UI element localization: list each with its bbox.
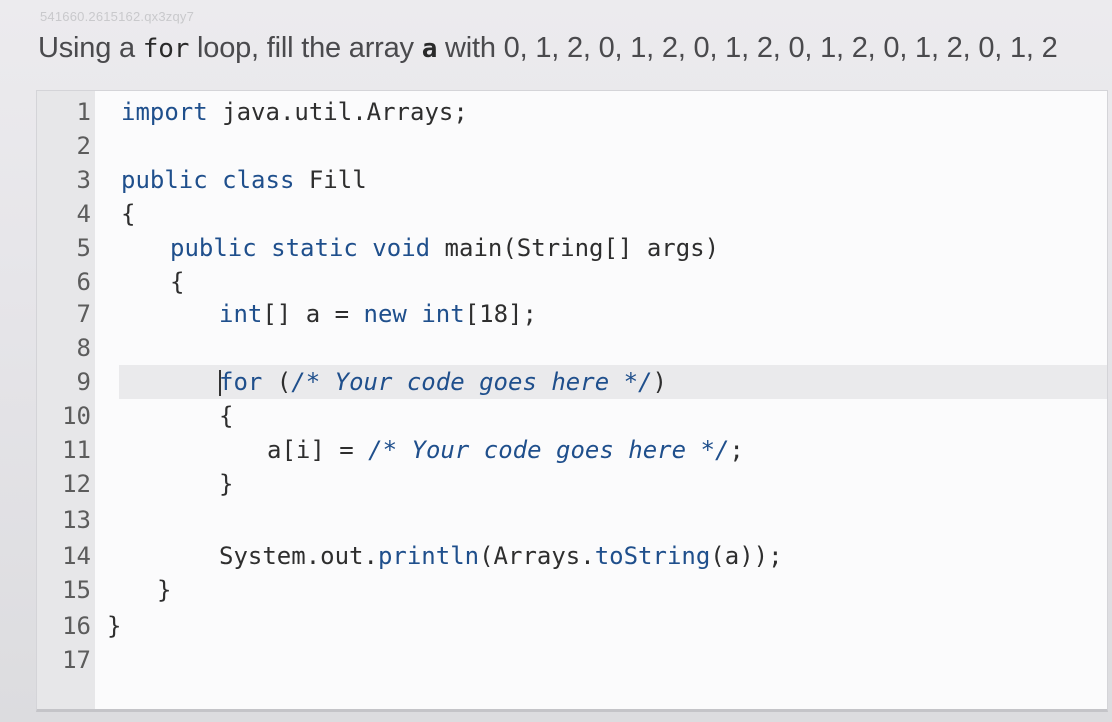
code-token: System.out. bbox=[219, 542, 378, 570]
code-token: Fill bbox=[294, 166, 367, 194]
code-token: } bbox=[107, 612, 122, 640]
line-source[interactable]: } bbox=[107, 609, 121, 643]
code-token: for bbox=[219, 368, 263, 396]
line-source[interactable]: import java.util.Arrays; bbox=[121, 95, 468, 129]
line-source[interactable]: { bbox=[170, 265, 184, 299]
code-line[interactable]: 14 System.out.println(Arrays.toString(a))… bbox=[37, 539, 1107, 573]
line-number: 17 bbox=[62, 646, 91, 674]
line-number: 7 bbox=[76, 300, 91, 328]
code-line[interactable]: 16} bbox=[37, 609, 1107, 643]
code-editor[interactable]: 1 import java.util.Arrays; 2 3 public class … bbox=[36, 90, 1108, 712]
code-token: /* Your code goes here */ bbox=[368, 436, 730, 464]
code-token: { bbox=[121, 200, 136, 228]
code-line[interactable]: 6{ bbox=[37, 265, 1107, 299]
line-number: 10 bbox=[62, 402, 91, 430]
code-token: ) bbox=[652, 368, 667, 396]
line-source[interactable]: for (/* Your code goes here */) bbox=[219, 365, 667, 399]
code-token: ; bbox=[729, 436, 744, 464]
code-token: } bbox=[219, 470, 234, 498]
code-token: (a)); bbox=[710, 542, 783, 570]
code-token: { bbox=[219, 402, 234, 430]
code-line[interactable]: 13 bbox=[37, 503, 1107, 537]
code-token: println bbox=[377, 542, 480, 570]
line-number: 8 bbox=[76, 334, 91, 362]
line-number: 12 bbox=[62, 470, 91, 498]
line-number: 15 bbox=[62, 576, 91, 604]
code-token: a[i] = bbox=[267, 436, 369, 464]
line-source[interactable]: } bbox=[219, 467, 233, 501]
question-suffix: with 0, 1, 2, 0, 1, 2, 0, 1, 2, 0, 1, 2,… bbox=[437, 32, 1058, 64]
code-token: new int bbox=[363, 300, 465, 328]
line-number: 2 bbox=[76, 132, 91, 160]
line-number: 13 bbox=[62, 506, 91, 534]
code-token: java.util.Arrays; bbox=[207, 98, 468, 126]
code-line[interactable]: 9 for (/* Your code goes here */) bbox=[37, 365, 1107, 399]
line-number: 3 bbox=[76, 166, 91, 194]
code-line[interactable]: 7 int[] a = new int[18]; bbox=[37, 297, 1107, 331]
line-source[interactable]: public static void main(String[] args) bbox=[170, 231, 719, 265]
code-token: [] a = bbox=[262, 300, 364, 328]
line-number: 6 bbox=[76, 268, 91, 296]
code-line[interactable]: 1 import java.util.Arrays; bbox=[37, 95, 1107, 129]
line-number: 5 bbox=[76, 234, 91, 262]
code-token: [18]; bbox=[464, 300, 537, 328]
line-number: 16 bbox=[62, 612, 91, 640]
code-token: /* Your code goes here */ bbox=[291, 368, 653, 396]
code-line[interactable]: 17 bbox=[37, 643, 1107, 677]
code-line[interactable]: 3 public class Fill bbox=[37, 163, 1107, 197]
code-token: ( bbox=[262, 368, 292, 396]
line-source[interactable]: { bbox=[121, 197, 135, 231]
code-line[interactable]: 2 bbox=[37, 129, 1107, 163]
line-number: 9 bbox=[76, 368, 91, 396]
line-source[interactable]: int[] a = new int[18]; bbox=[219, 297, 537, 331]
line-source[interactable]: { bbox=[219, 399, 233, 433]
code-token: int bbox=[219, 300, 263, 328]
code-token: import bbox=[121, 98, 208, 126]
code-token: public class bbox=[121, 166, 295, 194]
code-line[interactable]: 5 public static void main(String[] args) bbox=[37, 231, 1107, 265]
code-line[interactable]: 12} bbox=[37, 467, 1107, 501]
code-line[interactable]: 11 a[i] = /* Your code goes here */; bbox=[37, 433, 1107, 467]
question-middle: loop, fill the array bbox=[189, 32, 422, 64]
code-token: (Arrays. bbox=[479, 542, 595, 570]
code-token: main(String[] args) bbox=[430, 234, 720, 262]
code-line[interactable]: 4{ bbox=[37, 197, 1107, 231]
line-number: 4 bbox=[76, 200, 91, 228]
code-token: public static void bbox=[170, 234, 431, 262]
question-prefix: Using a bbox=[38, 32, 143, 64]
question-prompt: Using a for loop, fill the array a with … bbox=[38, 32, 1058, 65]
code-token: { bbox=[170, 268, 185, 296]
line-source[interactable]: } bbox=[157, 573, 171, 607]
line-number: 11 bbox=[62, 436, 91, 464]
code-token: } bbox=[157, 576, 172, 604]
question-variable: a bbox=[421, 34, 438, 64]
line-number: 1 bbox=[76, 98, 91, 126]
code-token: toString bbox=[594, 542, 711, 570]
line-source[interactable]: public class Fill bbox=[121, 163, 367, 197]
line-source[interactable]: System.out.println(Arrays.toString(a)); bbox=[219, 539, 783, 573]
code-line[interactable]: 10 { bbox=[37, 399, 1107, 433]
question-keyword: for bbox=[142, 34, 190, 64]
line-number: 14 bbox=[62, 542, 91, 570]
problem-id-watermark: 541660.2615162.qx3zqy7 bbox=[40, 9, 195, 24]
code-line[interactable]: 8 bbox=[37, 331, 1107, 365]
code-line[interactable]: 15} bbox=[37, 573, 1107, 607]
line-source[interactable]: a[i] = /* Your code goes here */; bbox=[267, 433, 744, 467]
